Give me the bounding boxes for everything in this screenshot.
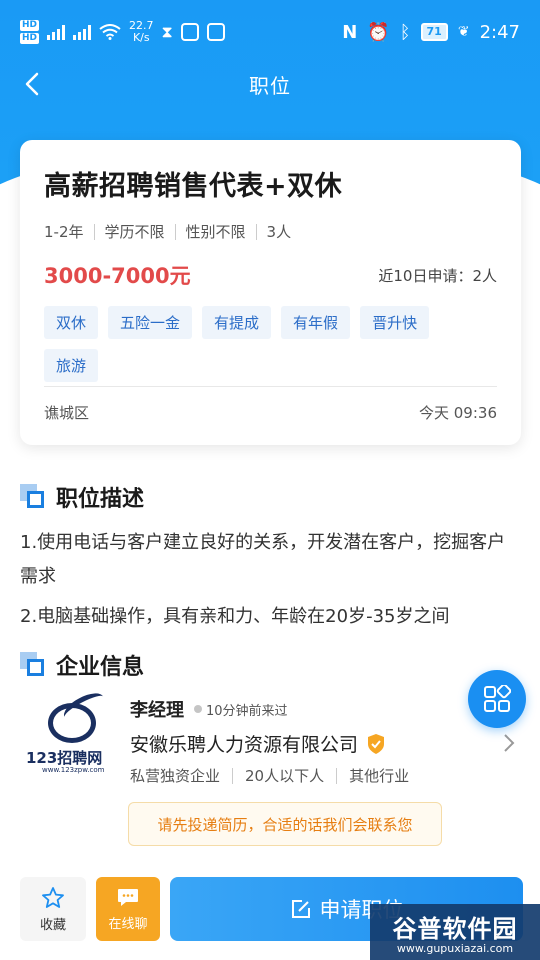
net-speed-unit: K/s <box>132 31 150 44</box>
favorite-label: 收藏 <box>39 917 66 933</box>
company-heading: 企业信息 <box>56 655 145 680</box>
req-gender: 性别不限 <box>185 223 246 241</box>
job-requirements: 1-2年 学历不限 性别不限 3人 <box>44 221 497 242</box>
bluetooth-icon: ᛒ <box>399 21 411 43</box>
salary: 3000-7000元 <box>44 264 191 288</box>
logo-url-text: www.123zpw.com <box>42 766 105 774</box>
star-icon <box>42 886 64 908</box>
separator <box>174 223 176 240</box>
tag: 晋升快 <box>360 306 430 339</box>
online-chat-label: 在线聊 <box>108 916 148 932</box>
company-section-header: 企业信息 <box>20 649 144 681</box>
description-line-1: 1.使用电话与客户建立良好的关系，开发潜在客户，挖掘客户需求 <box>20 532 506 587</box>
chevron-right-icon[interactable] <box>502 733 516 753</box>
description-heading: 职位描述 <box>56 487 145 512</box>
apply-notice: 请先投递简历，合适的话我们会联系您 <box>128 802 442 846</box>
company-logo: 123招聘网 www.123zpw.com <box>26 687 116 774</box>
company-link[interactable]: 安徽乐聘人力资源有限公司 <box>130 730 386 757</box>
req-headcount: 3人 <box>266 223 292 241</box>
favorite-button[interactable]: 收藏 <box>20 877 86 941</box>
company-name: 安徽乐聘人力资源有限公司 <box>130 734 359 756</box>
back-button[interactable] <box>16 68 48 100</box>
contact-row: 李经理 10分钟前来过 <box>130 696 288 722</box>
tag: 五险一金 <box>108 306 193 339</box>
posted-time: 今天 09:36 <box>419 404 497 422</box>
tag: 双休 <box>44 306 99 339</box>
logo-brand-text: 123招聘网 <box>26 749 103 767</box>
tag: 旅游 <box>44 349 99 382</box>
separator <box>232 767 234 784</box>
floating-menu-button[interactable] <box>468 670 526 728</box>
company-meta: 私营独资企业 20人以下人 其他行业 <box>130 765 409 786</box>
leaf-icon: ❦ <box>457 24 470 40</box>
separator <box>255 223 257 240</box>
verified-badge-icon <box>368 733 385 754</box>
company-industry: 其他行业 <box>349 767 410 785</box>
section-icon <box>20 484 46 510</box>
tag: 有年假 <box>281 306 351 339</box>
back-arrow-icon <box>25 72 39 96</box>
description-line-2: 2.电脑基础操作，具有亲和力、年龄在20岁-35岁之间 <box>20 606 450 627</box>
online-chat-button[interactable]: 在线聊 <box>96 877 160 941</box>
wifi-icon <box>99 24 121 40</box>
divider <box>44 386 497 387</box>
contact-time-text: 10分钟前来过 <box>206 703 288 719</box>
description-section-header: 职位描述 <box>20 481 144 513</box>
recent-applications: 近10日申请：2人 <box>378 266 497 285</box>
network-speed: 22.7 K/s <box>129 20 154 44</box>
separator <box>93 223 95 240</box>
company-size: 20人以下人 <box>245 767 325 785</box>
hourglass-icon: ⧗ <box>161 22 173 41</box>
page-title: 职位 <box>249 73 291 98</box>
watermark-main: 谷普软件园 <box>392 915 518 943</box>
message-notification-icon <box>206 23 225 41</box>
contact-name: 李经理 <box>130 700 184 721</box>
signal-icon-2 <box>73 24 92 40</box>
clock-time: 2:47 <box>479 21 520 43</box>
job-title: 高薪招聘销售代表+双休 <box>44 171 343 202</box>
alarm-icon: ⏰ <box>367 21 390 43</box>
company-type: 私营独资企业 <box>130 767 221 785</box>
hd-indicator: HD HD <box>20 19 40 45</box>
req-education: 学历不限 <box>104 223 165 241</box>
req-experience: 1-2年 <box>44 223 84 241</box>
grid-apps-icon <box>484 685 511 712</box>
watermark-url: www.gupuxiazai.com <box>396 942 514 955</box>
edit-icon <box>291 900 310 918</box>
activity-dot-icon <box>194 705 202 713</box>
hd-label-2: HD <box>20 33 40 44</box>
signal-icon <box>47 24 66 40</box>
nav-bar: 职位 <box>0 64 540 104</box>
nfc-icon: N <box>342 21 358 43</box>
app-notification-icon <box>180 23 199 41</box>
hd-label-1: HD <box>20 20 40 31</box>
separator <box>336 767 338 784</box>
contact-last-active: 10分钟前来过 <box>194 700 288 719</box>
status-bar: HD HD 22.7 K/s ⧗ N ⏰ ᛒ 71 ❦ 2:47 <box>0 0 540 64</box>
job-district: 谯城区 <box>44 404 90 422</box>
benefit-tags: 双休 五险一金 有提成 有年假 晋升快 旅游 <box>44 306 464 382</box>
site-watermark: 谷普软件园 www.gupuxiazai.com <box>370 904 540 960</box>
job-summary-card: 高薪招聘销售代表+双休 1-2年 学历不限 性别不限 3人 3000-7000元… <box>20 140 521 445</box>
tag: 有提成 <box>202 306 272 339</box>
section-icon <box>20 652 46 678</box>
battery-icon: 71 <box>420 23 448 41</box>
chat-bubble-icon <box>118 888 138 906</box>
